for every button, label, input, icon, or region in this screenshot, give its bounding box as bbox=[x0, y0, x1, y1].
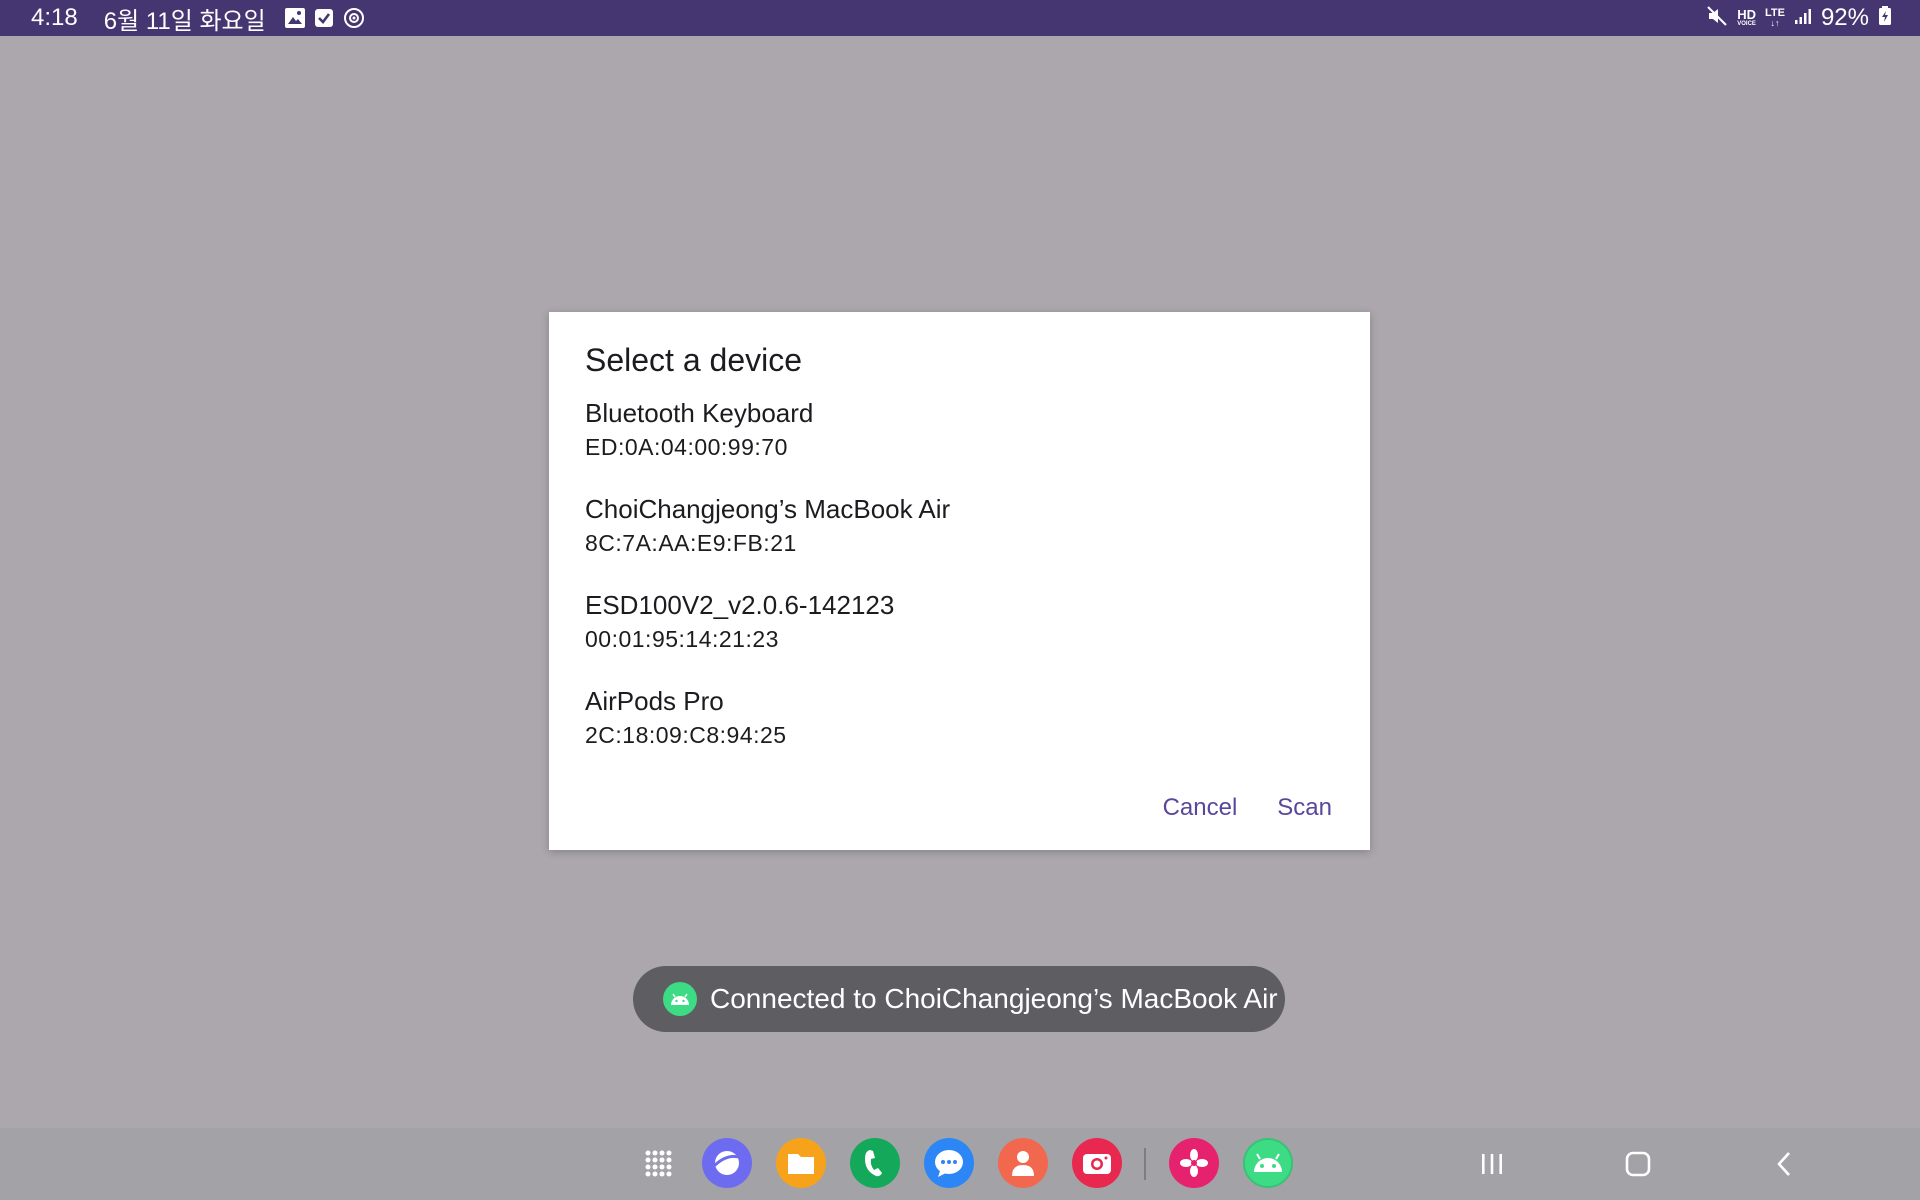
dialog-title: Select a device bbox=[585, 342, 803, 378]
device-list: Bluetooth Keyboard ED:0A:04:00:99:70 Cho… bbox=[585, 398, 1334, 782]
recents-icon[interactable] bbox=[1472, 1144, 1512, 1184]
android-app-icon[interactable] bbox=[1243, 1138, 1293, 1188]
status-time: 4:18 bbox=[31, 4, 78, 31]
taskbar bbox=[0, 1128, 1920, 1200]
device-name: ChoiChangjeong’s MacBook Air bbox=[585, 494, 951, 524]
internet-browser-icon[interactable] bbox=[702, 1138, 752, 1188]
device-address: ED:0A:04:00:99:70 bbox=[585, 434, 788, 460]
device-item-bluetooth-keyboard[interactable]: Bluetooth Keyboard ED:0A:04:00:99:70 bbox=[585, 398, 1334, 494]
checkbox-icon bbox=[314, 8, 334, 28]
device-address: 2C:18:09:C8:94:25 bbox=[585, 722, 787, 748]
apps-grid-icon[interactable] bbox=[633, 1138, 683, 1188]
device-name: ESD100V2_v2.0.6-142123 bbox=[585, 590, 895, 620]
mute-icon bbox=[1706, 5, 1728, 32]
battery-icon bbox=[1878, 5, 1892, 31]
lte-icon: LTE ↓↑ bbox=[1764, 7, 1785, 28]
dock-divider bbox=[1144, 1148, 1146, 1180]
status-date: 6월 11일 화요일 bbox=[103, 7, 266, 35]
contacts-icon[interactable] bbox=[998, 1138, 1048, 1188]
gallery-app-icon[interactable] bbox=[1169, 1138, 1219, 1188]
android-icon bbox=[663, 982, 697, 1016]
camera-icon[interactable] bbox=[1072, 1138, 1122, 1188]
hd-label: HD bbox=[1737, 6, 1756, 22]
my-files-icon[interactable] bbox=[776, 1138, 826, 1188]
connected-toast: Connected to ChoiChangjeong’s MacBook Ai… bbox=[633, 966, 1285, 1032]
home-icon[interactable] bbox=[1618, 1144, 1658, 1184]
messages-icon[interactable] bbox=[924, 1138, 974, 1188]
gallery-icon bbox=[284, 7, 306, 29]
device-address: 8C:7A:AA:E9:FB:21 bbox=[585, 530, 797, 556]
device-address: 00:01:95:14:21:23 bbox=[585, 626, 779, 652]
device-name: Bluetooth Keyboard bbox=[585, 398, 814, 428]
select-device-dialog: Select a device Bluetooth Keyboard ED:0A… bbox=[549, 312, 1370, 850]
device-item-esd100v2[interactable]: ESD100V2_v2.0.6-142123 00:01:95:14:21:23 bbox=[585, 590, 1334, 686]
battery-percent: 92% bbox=[1820, 4, 1869, 31]
hd-voice-icon: HD VOICE bbox=[1737, 6, 1756, 28]
signal-icon bbox=[1794, 7, 1812, 30]
device-name: AirPods Pro bbox=[585, 686, 724, 716]
sync-icon bbox=[342, 6, 366, 30]
device-item-airpods-pro[interactable]: AirPods Pro 2C:18:09:C8:94:25 bbox=[585, 686, 1334, 782]
device-item-macbook-air[interactable]: ChoiChangjeong’s MacBook Air 8C:7A:AA:E9… bbox=[585, 494, 1334, 590]
toast-message: Connected to ChoiChangjeong’s MacBook Ai… bbox=[710, 983, 1278, 1014]
voice-label: VOICE bbox=[1737, 20, 1756, 27]
cancel-button[interactable]: Cancel bbox=[1163, 794, 1238, 822]
phone-icon[interactable] bbox=[850, 1138, 900, 1188]
back-icon[interactable] bbox=[1764, 1144, 1804, 1184]
scan-button[interactable]: Scan bbox=[1277, 794, 1332, 822]
status-bar: 4:18 6월 11일 화요일 HD VOICE LTE ↓↑ 92% bbox=[0, 0, 1920, 36]
